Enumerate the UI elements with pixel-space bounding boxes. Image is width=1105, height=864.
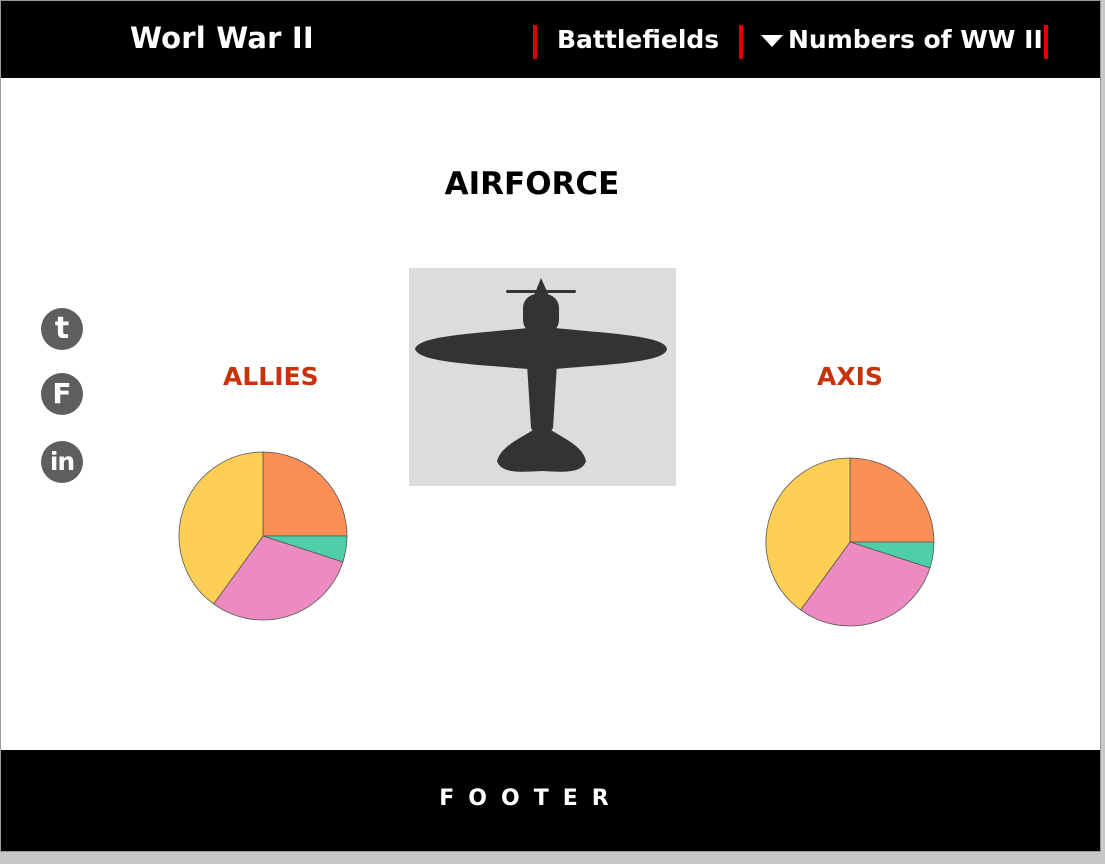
footer: FOOTER	[1, 750, 1100, 851]
axis-label: AXIS	[817, 362, 883, 391]
airplane-image	[409, 268, 676, 486]
facebook-icon[interactable]: F	[41, 373, 83, 415]
airplane-silhouette-icon	[415, 278, 667, 472]
nav-dropdown-numbers[interactable]: Numbers of WW II	[788, 25, 1043, 54]
axis-pie-slice-1	[849, 457, 935, 543]
nav-separator	[533, 25, 537, 59]
allies-label: ALLIES	[223, 362, 319, 391]
axis-pie-chart	[765, 457, 935, 627]
footer-text: FOOTER	[439, 786, 623, 811]
app-window: Worl War II Battlefields Numbers of WW I…	[0, 0, 1101, 852]
site-logo[interactable]: Worl War II	[130, 21, 314, 55]
nav-separator	[1044, 25, 1048, 59]
top-navbar: Worl War II Battlefields Numbers of WW I…	[1, 1, 1100, 78]
allies-pie-slice-1	[262, 451, 348, 537]
dropdown-caret-icon[interactable]	[761, 35, 783, 47]
linkedin-icon[interactable]: in	[41, 441, 83, 483]
nav-link-battlefields[interactable]: Battlefields	[557, 25, 719, 54]
tumblr-icon[interactable]: t	[41, 308, 83, 350]
nav-separator	[739, 25, 743, 59]
allies-pie-chart	[178, 451, 348, 621]
page-title: AIRFORCE	[444, 166, 620, 202]
